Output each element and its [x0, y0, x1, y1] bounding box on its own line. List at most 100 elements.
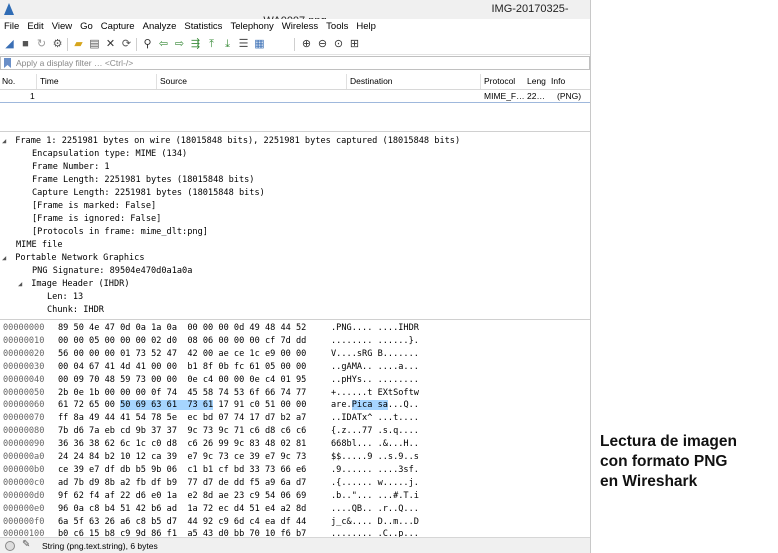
column-no[interactable]: No.	[2, 76, 15, 86]
column-time[interactable]: Time	[40, 76, 59, 86]
hex-ascii[interactable]: ..pHYs.. ........	[331, 374, 419, 387]
detail-line[interactable]: PNG Signature: 89504e470d0a1a0a	[32, 265, 192, 278]
expanded-arrow-icon[interactable]: ◢	[2, 252, 10, 265]
hex-bytes[interactable]: 2b 0e 1b 00 00 00 0f 74 45 58 74 53 6f 6…	[58, 387, 306, 400]
column-info[interactable]: Info	[551, 76, 565, 86]
hex-bytes[interactable]: 7b d6 7a eb cd 9b 37 37 9c 73 9c 71 c6 d…	[58, 425, 306, 438]
colorize-icon[interactable]: ▦	[253, 38, 266, 51]
hex-ascii[interactable]: {.z...77 .s.q....	[331, 425, 419, 438]
zoom-reset-icon[interactable]: ⊙	[332, 38, 345, 51]
zoom-out-icon[interactable]: ⊖	[316, 38, 329, 51]
hex-ascii[interactable]: $$.....9 ..s.9..s	[331, 451, 419, 464]
capture-options-icon[interactable]: ⚙	[51, 38, 64, 51]
pane-splitter[interactable]	[0, 131, 590, 132]
hex-bytes[interactable]: ff 8a 49 44 41 54 78 5e ec bd 07 74 17 d…	[58, 412, 306, 425]
hex-ascii[interactable]: .{...... w.....j.	[331, 477, 419, 490]
hex-ascii[interactable]: ....QB.. .r..Q...	[331, 503, 419, 516]
menu-edit[interactable]: Edit	[23, 19, 47, 35]
selected-ascii[interactable]: Pica sa	[351, 400, 388, 411]
menu-statistics[interactable]: Statistics	[180, 19, 226, 35]
selected-bytes[interactable]: 50 69 63 61 73 61	[120, 400, 214, 411]
hex-ascii[interactable]: are.Pica sa...Q..	[331, 399, 419, 412]
hex-ascii[interactable]: ..IDATx^ ...t....	[331, 412, 419, 425]
detail-line[interactable]: Frame Length: 2251981 bytes (18015848 bi…	[32, 174, 254, 187]
menu-file[interactable]: File	[0, 19, 23, 35]
hex-ascii[interactable]: .PNG.... ....IHDR	[331, 322, 419, 335]
bookmark-icon[interactable]	[4, 58, 11, 68]
find-packet-icon[interactable]: ⚲	[141, 38, 154, 51]
stop-capture-icon[interactable]: ■	[19, 38, 32, 51]
detail-line[interactable]: Capture Length: 2251981 bytes (18015848 …	[32, 187, 265, 200]
column-source[interactable]: Source	[160, 76, 187, 86]
go-to-packet-icon[interactable]: ⇶	[189, 38, 202, 51]
menu-wireless[interactable]: Wireless	[278, 19, 322, 35]
autoscroll-icon[interactable]: ☰	[237, 38, 250, 51]
detail-line[interactable]: Frame Number: 1	[32, 161, 110, 174]
wireshark-window: IMG-20170325-WA0007.png FileEditViewGoCa…	[0, 0, 591, 553]
close-file-icon[interactable]: ✕	[104, 38, 117, 51]
expanded-arrow-icon[interactable]: ◢	[2, 135, 10, 148]
zoom-in-icon[interactable]: ⊕	[300, 38, 313, 51]
display-filter-bar[interactable]: Apply a display filter … <Ctrl-/>	[0, 56, 590, 70]
hex-bytes[interactable]: 9f 62 f4 af 22 d6 e0 1a e2 8d ae 23 c9 5…	[58, 490, 306, 503]
pane-splitter[interactable]	[0, 319, 590, 320]
hex-bytes[interactable]: 36 36 38 62 6c 1c c0 d8 c6 26 99 9c 83 4…	[58, 438, 306, 451]
save-file-icon[interactable]: ▤	[88, 38, 101, 51]
hex-ascii[interactable]: +......t EXtSoftw	[331, 387, 419, 400]
hex-ascii[interactable]: .9...... ....3sf.	[331, 464, 419, 477]
go-last-icon[interactable]: ⤓	[221, 38, 234, 51]
hex-bytes[interactable]: 24 24 84 b2 10 12 ca 39 e7 9c 73 ce 39 e…	[58, 451, 306, 464]
reload-file-icon[interactable]: ⟳	[120, 38, 133, 51]
go-back-icon[interactable]: ⇦	[157, 38, 170, 51]
hex-offset: 000000e0	[3, 503, 45, 514]
packet-bytes-pane[interactable]: 00000000 89 50 4e 47 0d 0a 1a 0a 00 00 00…	[0, 322, 590, 552]
hex-bytes[interactable]: 96 0a c8 b4 51 42 b6 ad 1a 72 ec d4 51 e…	[58, 503, 306, 516]
detail-png[interactable]: ◢ Portable Network Graphics	[2, 252, 145, 265]
detail-line[interactable]: [Protocols in frame: mime_dlt:png]	[32, 226, 208, 239]
restart-capture-icon[interactable]: ↻	[35, 38, 48, 51]
hex-ascii[interactable]: 668bl... .&...H..	[331, 438, 419, 451]
expanded-arrow-icon[interactable]: ◢	[18, 278, 26, 291]
packet-row[interactable]: 1 MIME_F… 22… (PNG)	[0, 90, 590, 102]
hex-ascii[interactable]: j_c&.... D..m...D	[331, 516, 419, 529]
resize-columns-icon[interactable]: ⊞	[348, 38, 361, 51]
hex-ascii[interactable]: ........ ......}.	[331, 335, 419, 348]
menu-go[interactable]: Go	[76, 19, 97, 35]
start-capture-icon[interactable]: ◢	[3, 38, 16, 51]
open-file-icon[interactable]: ▰	[72, 38, 85, 51]
detail-line[interactable]: [Frame is ignored: False]	[32, 213, 161, 226]
hex-bytes[interactable]: 6a 5f 63 26 a6 c8 b5 d7 44 92 c9 6d c4 e…	[58, 516, 306, 529]
column-length[interactable]: Leng	[527, 76, 546, 86]
column-destination[interactable]: Destination	[350, 76, 393, 86]
detail-mime-file[interactable]: MIME file	[16, 239, 63, 252]
display-filter-input[interactable]: Apply a display filter … <Ctrl-/>	[16, 58, 133, 68]
detail-line[interactable]: Len: 13	[47, 291, 83, 304]
hex-bytes[interactable]: ad 7b d9 8b a2 fb df b9 77 d7 de dd f5 a…	[58, 477, 306, 490]
hex-bytes[interactable]: 56 00 00 00 01 73 52 47 42 00 ae ce 1c e…	[58, 348, 306, 361]
menu-tools[interactable]: Tools	[322, 19, 352, 35]
hex-ascii[interactable]: V....sRG B.......	[331, 348, 419, 361]
menu-analyze[interactable]: Analyze	[139, 19, 181, 35]
detail-line[interactable]: Chunk: IHDR	[47, 304, 104, 317]
hex-bytes[interactable]: 00 04 67 41 4d 41 00 00 b1 8f 0b fc 61 0…	[58, 361, 306, 374]
menu-help[interactable]: Help	[352, 19, 380, 35]
hex-bytes[interactable]: 89 50 4e 47 0d 0a 1a 0a 00 00 00 0d 49 4…	[58, 322, 306, 335]
menu-view[interactable]: View	[48, 19, 76, 35]
column-protocol[interactable]: Protocol	[484, 76, 515, 86]
detail-ihdr[interactable]: ◢ Image Header (IHDR)	[18, 278, 130, 291]
hex-bytes[interactable]: 61 72 65 00 50 69 63 61 73 61 17 91 c0 5…	[58, 399, 306, 412]
go-first-icon[interactable]: ⤒	[205, 38, 218, 51]
detail-frame[interactable]: ◢ Frame 1: 2251981 bytes on wire (180158…	[2, 135, 460, 148]
hex-ascii[interactable]: ..gAMA.. ....a...	[331, 361, 419, 374]
edit-comment-icon[interactable]: ✎	[22, 539, 30, 550]
hex-bytes[interactable]: 00 00 05 00 00 00 02 d0 08 06 00 00 00 c…	[58, 335, 306, 348]
detail-line[interactable]: Encapsulation type: MIME (134)	[32, 148, 187, 161]
menu-capture[interactable]: Capture	[97, 19, 139, 35]
expert-info-icon[interactable]	[5, 541, 15, 551]
detail-line[interactable]: [Frame is marked: False]	[32, 200, 156, 213]
go-forward-icon[interactable]: ⇨	[173, 38, 186, 51]
hex-ascii[interactable]: .b.."... ...#.T.i	[331, 490, 419, 503]
hex-bytes[interactable]: ce 39 e7 df db b5 9b 06 c1 b1 cf bd 33 7…	[58, 464, 306, 477]
hex-bytes[interactable]: 00 09 70 48 59 73 00 00 0e c4 00 00 0e c…	[58, 374, 306, 387]
menu-telephony[interactable]: Telephony	[226, 19, 277, 35]
